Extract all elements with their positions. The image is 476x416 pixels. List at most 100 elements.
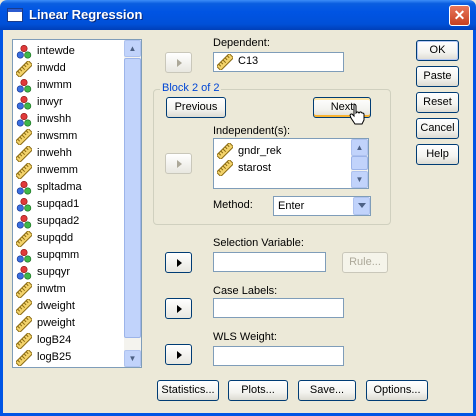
ruler-icon: [16, 299, 32, 315]
variable-name: gndr_rek: [238, 145, 282, 157]
list-item[interactable]: supqdd: [16, 229, 124, 249]
ruler-icon: [16, 129, 32, 145]
list-item[interactable]: inwemm: [16, 161, 124, 181]
list-item[interactable]: inwehh: [16, 144, 124, 164]
ruler-icon: [16, 61, 32, 77]
reset-button[interactable]: Reset: [416, 92, 459, 113]
variable-name: inwsmm: [37, 130, 78, 142]
save-button[interactable]: Save...: [298, 380, 356, 401]
nominal-variable-icon: [16, 78, 32, 93]
list-item[interactable]: spltadma: [16, 178, 124, 198]
ruler-icon: [16, 163, 32, 179]
scroll-up-button[interactable]: ▲: [124, 40, 141, 57]
list-item[interactable]: supqad2: [16, 212, 124, 232]
list-item[interactable]: dweight: [16, 297, 124, 317]
list-item[interactable]: inwyr: [16, 93, 124, 113]
move-to-selection-button[interactable]: [165, 252, 192, 273]
ruler-icon: [16, 282, 32, 298]
ruler-icon: [16, 333, 32, 349]
ruler-icon: [16, 316, 32, 332]
selection-variable-field[interactable]: [213, 252, 326, 272]
block-title: Block 2 of 2: [160, 82, 222, 94]
scroll-up-button[interactable]: ▲: [351, 139, 368, 156]
plots-button[interactable]: Plots...: [228, 380, 288, 401]
independents-label: Independent(s):: [213, 125, 291, 137]
window-title: Linear Regression: [29, 7, 143, 22]
nominal-variable-icon: [16, 197, 32, 212]
method-select[interactable]: Enter: [273, 196, 371, 216]
right-arrow-icon: [177, 59, 182, 67]
ruler-icon: [217, 143, 233, 159]
list-item[interactable]: supqad1: [16, 195, 124, 215]
list-item[interactable]: logB25: [16, 348, 124, 367]
list-item[interactable]: inwdd: [16, 59, 124, 79]
window-icon: [7, 8, 23, 22]
wls-weight-field[interactable]: [213, 346, 344, 366]
right-arrow-icon: [177, 160, 182, 168]
variable-name: inwdd: [37, 62, 66, 74]
close-button[interactable]: ✕: [449, 5, 470, 26]
method-value: Enter: [278, 200, 305, 212]
case-labels-field[interactable]: [213, 298, 344, 318]
move-to-wls-weight-button[interactable]: [165, 344, 192, 365]
nominal-variable-icon: [16, 95, 32, 110]
nominal-variable-icon: [16, 214, 32, 229]
list-item[interactable]: inwtm: [16, 280, 124, 300]
list-item[interactable]: intewde: [16, 42, 124, 62]
variable-name: supqad2: [37, 215, 80, 227]
ruler-icon: [217, 160, 233, 176]
vertical-scrollbar[interactable]: ▲ ▼: [124, 40, 141, 367]
list-item[interactable]: inwmm: [16, 76, 124, 96]
independents-list[interactable]: starost gndr_rek ▲ ▼: [213, 138, 369, 189]
nominal-variable-icon: [16, 180, 32, 195]
variable-name: inwemm: [37, 164, 78, 176]
variable-name: intewde: [37, 45, 75, 57]
help-button[interactable]: Help: [416, 144, 459, 165]
ruler-icon: [16, 231, 32, 247]
mouse-pointer-icon: [349, 103, 365, 125]
variable-name: pweight: [37, 317, 75, 329]
variable-name: supqyr: [37, 266, 71, 278]
source-variable-list[interactable]: logB25 logB24 pweight dweight inwtm supqyr sup…: [12, 39, 142, 368]
move-to-dependent-button[interactable]: [165, 52, 192, 73]
list-item[interactable]: supqyr: [16, 263, 124, 283]
right-arrow-icon: [177, 259, 182, 267]
list-item[interactable]: inwsmm: [16, 127, 124, 147]
list-item[interactable]: logB24: [16, 331, 124, 351]
variable-name: inwshh: [37, 113, 72, 125]
nominal-variable-icon: [16, 44, 32, 59]
paste-button[interactable]: Paste: [416, 66, 459, 87]
chevron-down-icon: [358, 203, 366, 208]
options-button[interactable]: Options...: [366, 380, 428, 401]
independents-scrollbar[interactable]: ▲ ▼: [351, 139, 368, 188]
variable-name: dweight: [37, 300, 75, 312]
variable-name: inwtm: [37, 283, 66, 295]
scroll-thumb[interactable]: [124, 58, 141, 338]
variable-name: inwyr: [37, 96, 63, 108]
previous-button[interactable]: Previous: [166, 97, 226, 118]
cancel-button[interactable]: Cancel: [416, 118, 459, 139]
variable-name: starost: [238, 162, 272, 174]
variable-name: supqad1: [37, 198, 80, 210]
scroll-thumb[interactable]: [351, 156, 368, 170]
dependent-field[interactable]: C13: [213, 52, 344, 72]
move-to-case-labels-button[interactable]: [165, 298, 192, 319]
nominal-variable-icon: [16, 265, 32, 280]
move-to-independents-button[interactable]: [165, 153, 192, 174]
list-item[interactable]: inwshh: [16, 110, 124, 130]
variable-name: spltadma: [37, 181, 82, 193]
dropdown-button[interactable]: [353, 197, 370, 215]
list-item[interactable]: pweight: [16, 314, 124, 334]
variable-name: logB25: [37, 351, 72, 363]
variable-name: inwmm: [37, 79, 72, 91]
rule-button[interactable]: Rule...: [342, 252, 388, 273]
ok-button[interactable]: OK: [416, 40, 459, 61]
dependent-value: C13: [238, 55, 259, 67]
variable-name: inwehh: [37, 147, 72, 159]
scroll-down-button[interactable]: ▼: [351, 171, 368, 188]
title-bar: Linear Regression ✕: [0, 0, 476, 30]
scroll-down-button[interactable]: ▼: [124, 350, 141, 367]
list-item[interactable]: supqmm: [16, 246, 124, 266]
window-frame-left: [0, 30, 3, 416]
statistics-button[interactable]: Statistics...: [157, 380, 219, 401]
